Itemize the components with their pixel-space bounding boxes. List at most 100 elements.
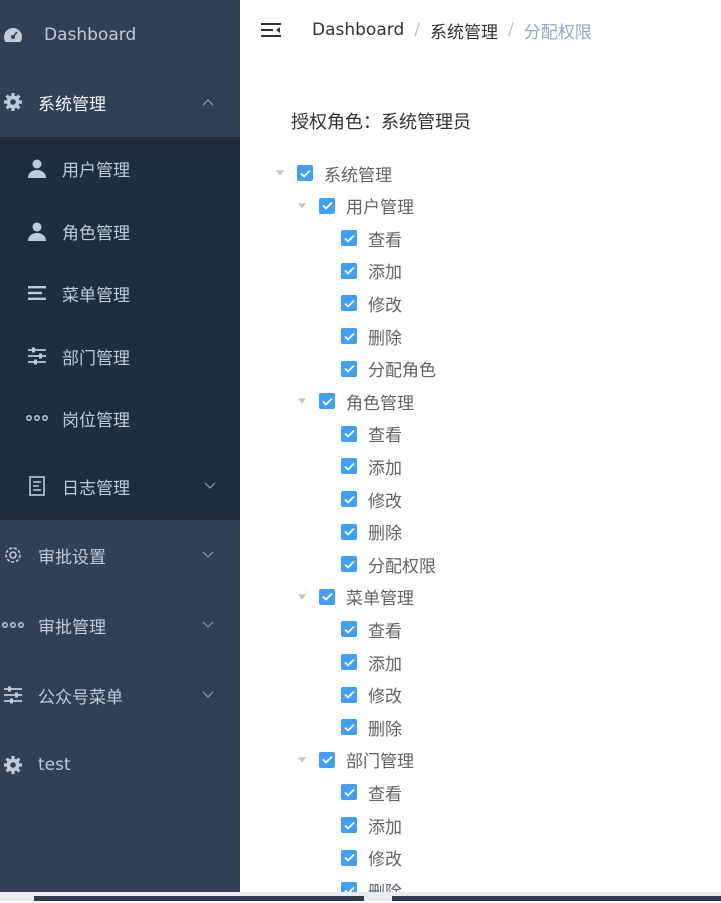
tree-node-leaf[interactable]: 查看 [320,225,402,251]
checkbox-checked[interactable] [341,817,357,833]
menu-item-wechat-menu[interactable]: 公众号菜单 [0,660,240,730]
checkbox-checked[interactable] [341,784,357,801]
tree-node-leaf[interactable]: 查看 [320,616,402,642]
tree-node-leaf[interactable]: 修改 [320,682,402,708]
hamburger-toggle-icon[interactable] [260,20,282,40]
tree-node-leaf[interactable]: 添加 [320,649,402,675]
checkbox-checked[interactable] [341,295,357,312]
caret-spacer [320,691,328,699]
tree-node-leaf[interactable]: 删除 [320,323,402,349]
checkbox-checked[interactable] [341,654,357,670]
checkbox-checked[interactable] [341,523,357,540]
tree-node-leaf[interactable]: 分配角色 [320,356,436,382]
tree-node-group[interactable]: 菜单管理 [298,584,414,610]
sliders-icon [2,684,24,706]
more-dots-icon [2,614,24,636]
tree-node-leaf[interactable]: 添加 [320,453,402,479]
chevron-down-icon [202,548,216,562]
sidebar-item-label: 用户管理 [62,160,130,181]
tree-node-leaf[interactable]: 修改 [320,486,402,512]
sidebar-item-label: 角色管理 [62,223,130,244]
menu-item-system[interactable]: 系统管理 [0,67,240,137]
caret-spacer [320,495,328,503]
checkbox-checked[interactable] [341,425,357,442]
breadcrumb-separator: / [507,20,514,40]
tree-node-leaf[interactable]: 添加 [320,812,402,838]
checkbox-checked[interactable] [319,393,335,410]
caret-spacer [320,854,328,862]
caret-spacer [320,723,328,731]
scrollbar-thumb[interactable] [392,896,721,901]
checkbox-checked[interactable] [297,165,313,181]
caret-down-icon[interactable] [298,756,306,764]
checkbox-checked[interactable] [319,197,335,214]
chevron-down-icon [204,479,216,493]
breadcrumb-item-dashboard[interactable]: Dashboard [312,20,404,40]
checkbox-checked[interactable] [341,686,357,703]
menu-label-system: 系统管理 [38,94,106,115]
gear-outline-icon [2,544,24,566]
caret-down-icon[interactable] [298,202,306,210]
sidebar-item-menus[interactable]: 菜单管理 [0,262,240,324]
breadcrumb-separator: / [414,20,420,40]
scrollbar-thumb[interactable] [34,896,364,901]
menu-item-approval-settings[interactable]: 审批设置 [0,520,240,590]
checkbox-checked[interactable] [341,491,357,507]
caret-spacer [320,788,328,796]
tree-node-group[interactable]: 部门管理 [298,747,414,773]
checkbox-checked[interactable] [341,262,357,279]
tree-node-leaf[interactable]: 修改 [320,845,402,871]
caret-spacer [320,625,328,633]
sidebar-item-positions[interactable]: 岗位管理 [0,387,240,449]
tree-node-label: 菜单管理 [346,589,414,610]
caret-spacer [320,365,328,373]
checkbox-checked[interactable] [341,458,357,475]
menu-item-dashboard[interactable]: Dashboard [0,0,240,70]
breadcrumb: Dashboard / 系统管理 / 分配权限 [312,18,592,43]
checkbox-checked[interactable] [341,328,357,344]
tree-node-leaf[interactable]: 修改 [320,290,402,316]
tree-node-label: 添加 [368,263,402,284]
menu-item-approval-management[interactable]: 审批管理 [0,590,240,660]
sidebar-item-departments[interactable]: 部门管理 [0,325,240,387]
sidebar-item-label: 日志管理 [62,478,130,499]
menu-label-test: test [38,755,71,775]
tree-node-leaf[interactable]: 查看 [320,421,402,447]
chevron-down-icon [202,688,216,702]
tree-node-label: 查看 [368,621,402,642]
checkbox-checked[interactable] [341,849,357,866]
tree-node-leaf[interactable]: 删除 [320,519,402,545]
sidebar: Dashboard 系统管理 用户管理 角色管理 菜单管理 部门管理 岗位管理 … [0,0,240,892]
menu-item-test[interactable]: test [0,730,240,800]
menu-label-approval-settings: 审批设置 [38,547,106,568]
sidebar-item-users[interactable]: 用户管理 [0,137,240,199]
checkbox-checked[interactable] [319,588,335,605]
checkbox-checked[interactable] [341,556,357,573]
sidebar-item-roles[interactable]: 角色管理 [0,200,240,262]
user-icon [26,157,48,179]
tree-node-leaf[interactable]: 查看 [320,779,402,805]
checkbox-checked[interactable] [341,360,357,377]
tree-node-label: 删除 [368,328,402,349]
main-content: 授权角色：系统管理员 系统管理 用户管理 查看 添加 修改 删除 分配角色 角色管理 查看 添加修… [240,60,721,903]
tree-node-root[interactable]: 系统管理 [276,160,392,186]
gear-icon [2,91,24,113]
sidebar-item-logs[interactable]: 日志管理 [0,455,240,517]
checkbox-checked[interactable] [341,621,357,638]
caret-spacer [320,821,328,829]
tree-node-leaf[interactable]: 分配权限 [320,551,436,577]
checkbox-checked[interactable] [319,751,335,768]
tree-node-label: 查看 [368,230,402,251]
scrollbar-track[interactable] [0,892,721,901]
breadcrumb-item-current: 分配权限 [523,22,592,43]
checkbox-checked[interactable] [341,719,357,736]
caret-down-icon[interactable] [298,397,306,405]
checkbox-checked[interactable] [341,230,357,247]
caret-down-icon[interactable] [276,169,284,177]
tree-node-group[interactable]: 用户管理 [298,193,414,219]
tree-node-group[interactable]: 角色管理 [298,388,414,414]
tree-node-leaf[interactable]: 添加 [320,258,402,284]
tree-node-leaf[interactable]: 删除 [320,714,402,740]
caret-down-icon[interactable] [298,593,306,601]
caret-spacer [320,267,328,275]
